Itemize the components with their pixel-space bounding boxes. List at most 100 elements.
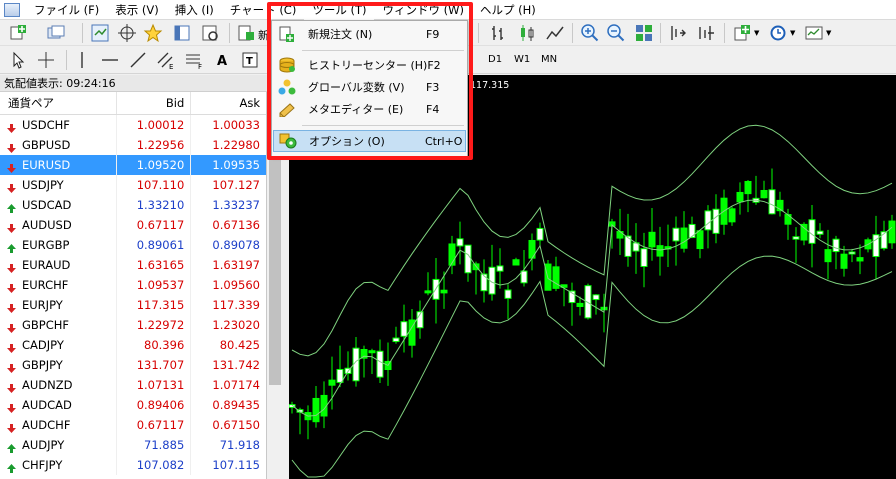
line-chart-icon[interactable]	[545, 23, 565, 43]
arrow-down-icon	[6, 400, 17, 413]
profiles-icon[interactable]	[46, 23, 66, 43]
symbol-cell: AUDCAD	[0, 395, 117, 415]
symbol-cell: CHFJPY	[0, 455, 117, 475]
menu-insert[interactable]: 挿入 (I)	[167, 0, 222, 20]
symbol-name: AUDCHF	[22, 418, 71, 432]
arrow-down-icon	[6, 380, 17, 393]
column-header-bid[interactable]: Bid	[117, 92, 192, 114]
indicators-icon[interactable]	[732, 23, 752, 43]
indicators-dropdown-icon[interactable]: ▼	[754, 29, 759, 37]
timeframe-mn[interactable]: MN	[538, 51, 560, 69]
favorites-icon[interactable]	[143, 23, 163, 43]
table-row[interactable]: GBPJPY 131.707 131.742	[0, 355, 266, 375]
arrow-down-icon	[6, 260, 17, 273]
table-row[interactable]: GBPCHF 1.22972 1.23020	[0, 315, 266, 335]
candle-body	[448, 243, 456, 266]
candle-body	[840, 253, 848, 269]
table-row[interactable]: CADJPY 80.396 80.425	[0, 335, 266, 355]
crosshair-tool-icon[interactable]	[36, 50, 56, 70]
candle-body	[520, 270, 528, 284]
bid-cell: 107.082	[117, 455, 192, 475]
symbol-name: AUDNZD	[22, 378, 73, 392]
symbol-name: AUDCAD	[22, 398, 72, 412]
menu-view[interactable]: 表示 (V)	[107, 0, 167, 20]
market-watch-icon[interactable]	[90, 23, 110, 43]
templates-icon[interactable]	[804, 23, 824, 43]
fibonacci-icon[interactable]: F	[184, 50, 204, 71]
table-row[interactable]: EURCHF 1.09537 1.09560	[0, 275, 266, 295]
arrow-up-icon	[6, 240, 17, 253]
ask-cell: 0.89078	[212, 238, 260, 252]
column-header-ask[interactable]: Ask	[191, 92, 266, 114]
table-row[interactable]: EURUSD 1.09520 1.09535	[0, 155, 266, 175]
column-header-symbol[interactable]: 通貨ペア	[0, 92, 117, 114]
menu-file[interactable]: ファイル (F)	[26, 0, 107, 20]
table-row[interactable]: AUDJPY 71.885 71.918	[0, 435, 266, 455]
table-row[interactable]: USDJPY 107.110 107.127	[0, 175, 266, 195]
table-row[interactable]: GBPUSD 1.22956 1.22980	[0, 135, 266, 155]
symbol-cell: EURCHF	[0, 275, 117, 295]
vertical-line-icon[interactable]	[72, 50, 92, 70]
trendline-icon[interactable]	[128, 50, 148, 70]
arrow-down-icon	[6, 420, 17, 433]
table-row[interactable]: AUDUSD 0.67117 0.67136	[0, 215, 266, 235]
ask-cell: 1.63197	[212, 258, 260, 272]
svg-text:E: E	[169, 63, 173, 70]
candle-body	[576, 302, 584, 307]
zoom-out-icon[interactable]	[606, 23, 626, 43]
bid-cell: 71.885	[117, 435, 192, 455]
equidistant-channel-icon[interactable]: E	[156, 50, 176, 71]
table-row[interactable]: EURGBP 0.89061 0.89078	[0, 235, 266, 255]
arrow-down-icon	[6, 360, 17, 373]
ask-cell: 1.00033	[212, 118, 260, 132]
new-chart-icon[interactable]	[8, 23, 28, 43]
timeframe-d1[interactable]: D1	[485, 51, 505, 69]
candle-body	[680, 227, 688, 249]
templates-dropdown-icon[interactable]: ▼	[826, 29, 831, 37]
periodicity-clock-icon[interactable]	[768, 23, 788, 43]
bid-cell: 0.89406	[117, 395, 192, 415]
horizontal-line-icon[interactable]	[100, 50, 120, 70]
symbol-name: EURCHF	[22, 278, 69, 292]
periodicity-dropdown-icon[interactable]: ▼	[790, 29, 795, 37]
candle-body	[648, 231, 656, 248]
text-label-icon[interactable]: T	[240, 50, 260, 70]
menu-help[interactable]: ヘルプ (H)	[472, 0, 544, 20]
candlestick-chart-icon[interactable]	[517, 23, 537, 43]
symbol-cell: EURGBP	[0, 235, 117, 255]
zoom-in-icon[interactable]	[580, 23, 600, 43]
bid-cell: 80.396	[117, 335, 192, 355]
symbol-cell: EURAUD	[0, 255, 117, 275]
table-row[interactable]: EURAUD 1.63165 1.63197	[0, 255, 266, 275]
table-row[interactable]: AUDCHF 0.67117 0.67150	[0, 415, 266, 435]
arrow-down-icon	[6, 300, 17, 313]
ask-cell: 131.742	[212, 358, 260, 372]
app-icon[interactable]	[4, 2, 20, 17]
table-row[interactable]: EURJPY 117.315 117.339	[0, 295, 266, 315]
chart-price-label: 117.315	[470, 80, 510, 91]
chart-shift-icon[interactable]	[668, 23, 688, 43]
table-row[interactable]: AUDCAD 0.89406 0.89435	[0, 395, 266, 415]
text-tool-icon[interactable]: A	[213, 50, 233, 70]
bar-chart-icon[interactable]	[488, 23, 508, 43]
candle-body	[744, 181, 752, 195]
new-order-toolbar-icon[interactable]	[236, 23, 256, 43]
candle-body	[376, 350, 384, 378]
navigator-icon[interactable]	[172, 23, 192, 43]
crosshair-icon[interactable]	[117, 23, 137, 43]
symbol-name: CHFJPY	[22, 458, 63, 472]
symbol-name: GBPJPY	[22, 358, 63, 372]
cursor-icon[interactable]	[8, 50, 28, 70]
table-row[interactable]: CHFJPY 107.082 107.115	[0, 455, 266, 475]
symbol-name: USDJPY	[22, 178, 64, 192]
timeframe-w1[interactable]: W1	[511, 51, 533, 69]
table-row[interactable]: USDCAD 1.33210 1.33237	[0, 195, 266, 215]
auto-scroll-icon[interactable]	[696, 23, 716, 43]
candle-body	[704, 210, 712, 231]
candle-body	[368, 350, 376, 354]
candle-body	[504, 289, 512, 299]
terminal-icon[interactable]	[200, 23, 220, 43]
table-row[interactable]: AUDNZD 1.07131 1.07174	[0, 375, 266, 395]
tile-windows-icon[interactable]	[634, 23, 654, 43]
table-row[interactable]: USDCHF 1.00012 1.00033	[0, 115, 266, 135]
